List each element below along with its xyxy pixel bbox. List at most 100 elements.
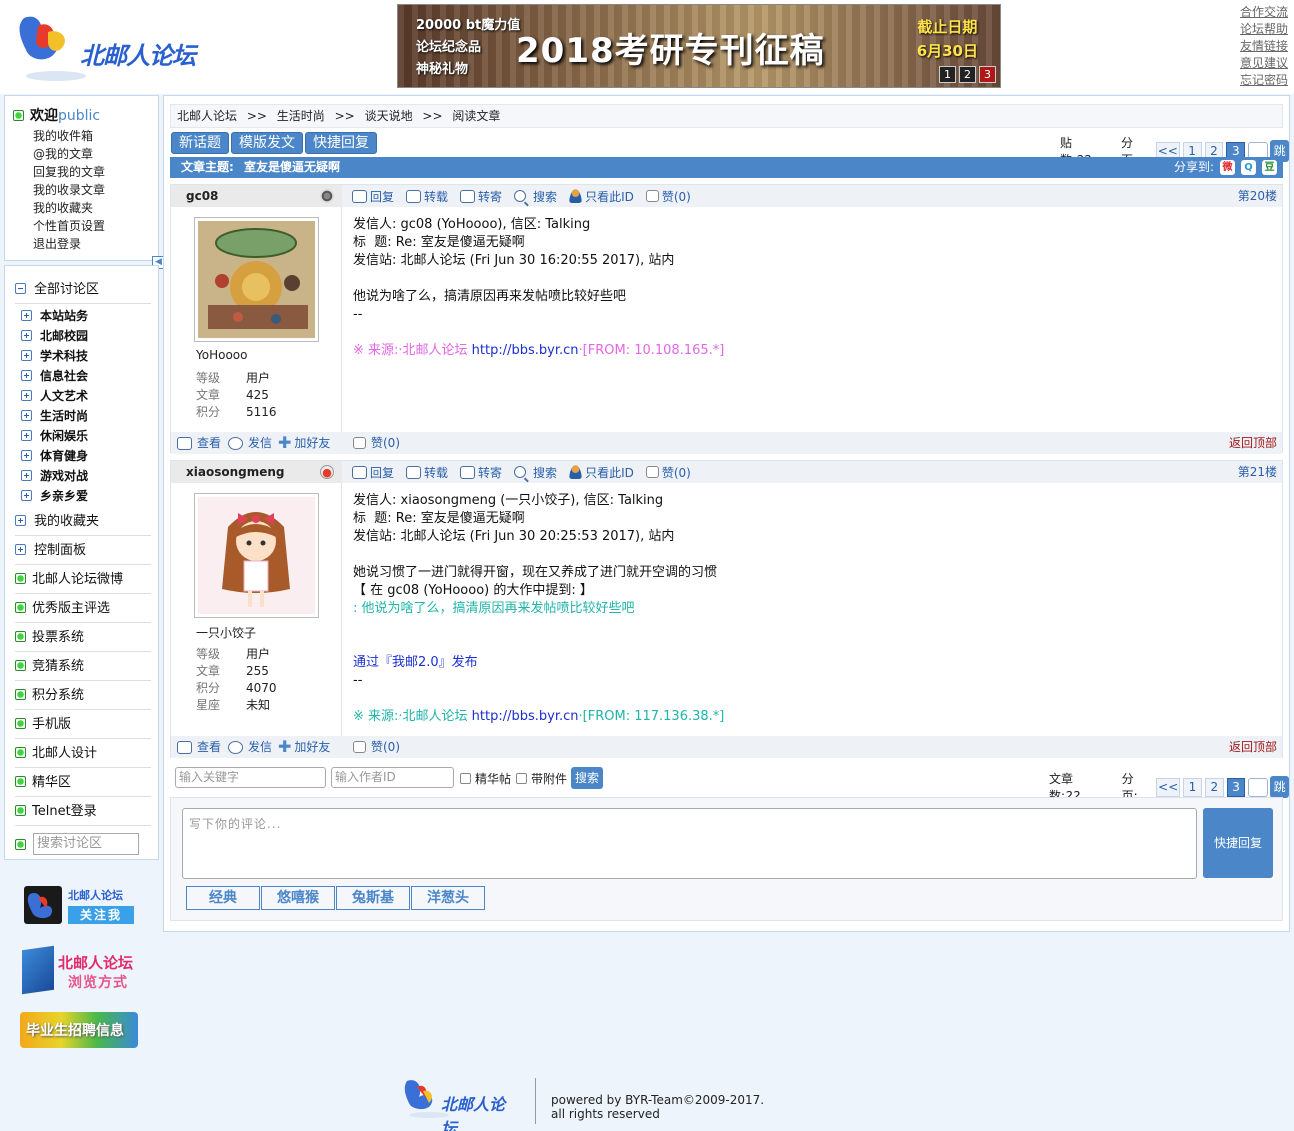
banner-dot[interactable]: 2 [959, 66, 976, 83]
crumb-home[interactable]: 北邮人论坛 [177, 109, 237, 123]
nav-mobile[interactable]: 手机版 [15, 713, 151, 739]
quick-reply-button[interactable]: 快捷回复 [305, 132, 377, 154]
nav-points[interactable]: 积分系统 [15, 684, 151, 710]
nav-section[interactable]: 学术科技 [21, 346, 88, 366]
browse-mode-ad[interactable]: 北邮人论坛 浏览方式 [20, 945, 140, 996]
emoji-tab-monkey[interactable]: 悠嘻猴 [261, 886, 335, 910]
menu-inbox[interactable]: 我的收件箱 [33, 127, 105, 145]
source-link[interactable]: http://bbs.byr.cn [472, 709, 579, 724]
tencent-share-icon[interactable]: Q [1241, 160, 1256, 175]
page-jump-input[interactable] [1248, 777, 1269, 797]
nav-section[interactable]: 本站站务 [21, 306, 88, 326]
link-cooperation[interactable]: 合作交流 [1240, 4, 1288, 21]
keyword-input[interactable]: 输入关键字 [175, 767, 326, 788]
floor-number[interactable]: 第21楼 [1238, 461, 1277, 483]
board-search-input[interactable]: 搜索讨论区 [33, 833, 139, 855]
like-action[interactable]: 赞(0) [353, 432, 400, 454]
banner-dot[interactable]: 1 [939, 66, 956, 83]
nav-guess[interactable]: 竞猜系统 [15, 655, 151, 681]
weibo-follow-ad[interactable]: 北邮人论坛 关注我 [24, 882, 136, 928]
weibo-follow-button[interactable]: 关注我 [68, 906, 134, 924]
nav-section[interactable]: 游戏对战 [21, 466, 88, 486]
author-avatar[interactable] [194, 217, 319, 342]
comment-textarea[interactable]: 写下你的评论... [182, 808, 1197, 879]
back-to-top-link[interactable]: 返回顶部 [1229, 736, 1277, 758]
nav-section[interactable]: 体育健身 [21, 446, 88, 466]
only-this-id-action[interactable]: 只看此ID [569, 464, 634, 481]
new-topic-button[interactable]: 新话题 [171, 132, 229, 154]
add-friend-action[interactable]: ✚ 加好友 [278, 432, 330, 454]
menu-logout[interactable]: 退出登录 [33, 235, 105, 253]
nav-section[interactable]: 北邮校园 [21, 326, 88, 346]
crumb-section[interactable]: 生活时尚 [277, 109, 325, 123]
page-link[interactable]: 2 [1204, 777, 1224, 797]
send-mail-action[interactable]: 发信 [228, 736, 272, 758]
emoji-tab-onion[interactable]: 洋葱头 [411, 886, 485, 910]
add-friend-action[interactable]: ✚ 加好友 [278, 736, 330, 758]
menu-replies[interactable]: 回复我的文章 [33, 163, 105, 181]
author-id-input[interactable]: 输入作者ID [331, 767, 454, 788]
nav-section[interactable]: 生活时尚 [21, 406, 88, 426]
menu-home-settings[interactable]: 个性首页设置 [33, 217, 105, 235]
like-action[interactable]: 赞(0) [645, 188, 691, 205]
emoji-tab-classic[interactable]: 经典 [186, 886, 260, 910]
page-link[interactable]: 1 [1183, 777, 1202, 797]
post-search-button[interactable]: 搜索 [571, 767, 603, 789]
crumb-board[interactable]: 谈天说地 [365, 109, 413, 123]
douban-share-icon[interactable]: 豆 [1262, 160, 1277, 175]
page-jump-button[interactable]: 跳 [1270, 776, 1290, 798]
username[interactable]: public [58, 108, 100, 124]
jobs-ad[interactable]: 毕业生招聘信息 [20, 1006, 140, 1058]
post-author-id[interactable]: xiaosongmeng [186, 465, 285, 479]
forward-action[interactable]: 转寄 [460, 188, 502, 205]
nav-section[interactable]: 人文艺术 [21, 386, 88, 406]
view-user-action[interactable]: 查看 [177, 432, 221, 454]
forward-action[interactable]: 转寄 [460, 464, 502, 481]
post-author-id[interactable]: gc08 [186, 189, 218, 203]
floor-number[interactable]: 第20楼 [1238, 185, 1277, 207]
like-action[interactable]: 赞(0) [645, 464, 691, 481]
reply-action[interactable]: 回复 [352, 188, 394, 205]
nav-section[interactable]: 乡亲乡爱 [21, 486, 88, 506]
site-logo[interactable]: 北邮人论坛 [18, 12, 203, 86]
attachment-checkbox[interactable]: 带附件 [516, 770, 567, 787]
source-link[interactable]: http://bbs.byr.cn [472, 343, 579, 358]
nav-design[interactable]: 北邮人设计 [15, 742, 151, 768]
page-prev[interactable]: << [1156, 777, 1181, 797]
page-current[interactable]: 3 [1226, 777, 1246, 797]
send-mail-action[interactable]: 发信 [228, 432, 272, 454]
elite-checkbox[interactable]: 精华帖 [460, 770, 511, 787]
repost-action[interactable]: 转载 [406, 464, 448, 481]
nav-vote[interactable]: 投票系统 [15, 626, 151, 652]
nav-all-boards[interactable]: 全部讨论区 [15, 278, 151, 304]
search-action[interactable]: 搜索 [514, 188, 557, 205]
menu-favorites[interactable]: 我的收藏夹 [33, 199, 105, 217]
link-forgot-password[interactable]: 忘记密码 [1240, 72, 1288, 89]
only-this-id-action[interactable]: 只看此ID [569, 188, 634, 205]
quick-reply-submit-button[interactable]: 快捷回复 [1203, 808, 1273, 878]
nav-section[interactable]: 休闲娱乐 [21, 426, 88, 446]
nav-moderator-vote[interactable]: 优秀版主评选 [15, 597, 151, 623]
nav-weibo[interactable]: 北邮人论坛微博 [15, 568, 151, 594]
author-avatar[interactable] [194, 493, 319, 618]
search-action[interactable]: 搜索 [514, 464, 557, 481]
via-client-link[interactable]: 通过『我邮2.0』发布 [353, 654, 724, 672]
template-post-button[interactable]: 模版发文 [231, 132, 303, 154]
nav-favorites[interactable]: 我的收藏夹 [15, 510, 151, 536]
nav-telnet[interactable]: Telnet登录 [15, 800, 151, 826]
menu-collected[interactable]: 我的收录文章 [33, 181, 105, 199]
view-user-action[interactable]: 查看 [177, 736, 221, 758]
repost-action[interactable]: 转载 [406, 188, 448, 205]
back-to-top-link[interactable]: 返回顶部 [1229, 432, 1277, 454]
reply-action[interactable]: 回复 [352, 464, 394, 481]
banner-dot-current[interactable]: 3 [979, 66, 996, 83]
nav-section[interactable]: 信息社会 [21, 366, 88, 386]
nav-elite[interactable]: 精华区 [15, 771, 151, 797]
weibo-share-icon[interactable]: 微 [1220, 160, 1235, 175]
nav-control-panel[interactable]: 控制面板 [15, 539, 151, 565]
menu-at-me[interactable]: @我的文章 [33, 145, 105, 163]
link-feedback[interactable]: 意见建议 [1240, 55, 1288, 72]
link-help[interactable]: 论坛帮助 [1240, 21, 1288, 38]
link-friends[interactable]: 友情链接 [1240, 38, 1288, 55]
like-action[interactable]: 赞(0) [353, 736, 400, 758]
